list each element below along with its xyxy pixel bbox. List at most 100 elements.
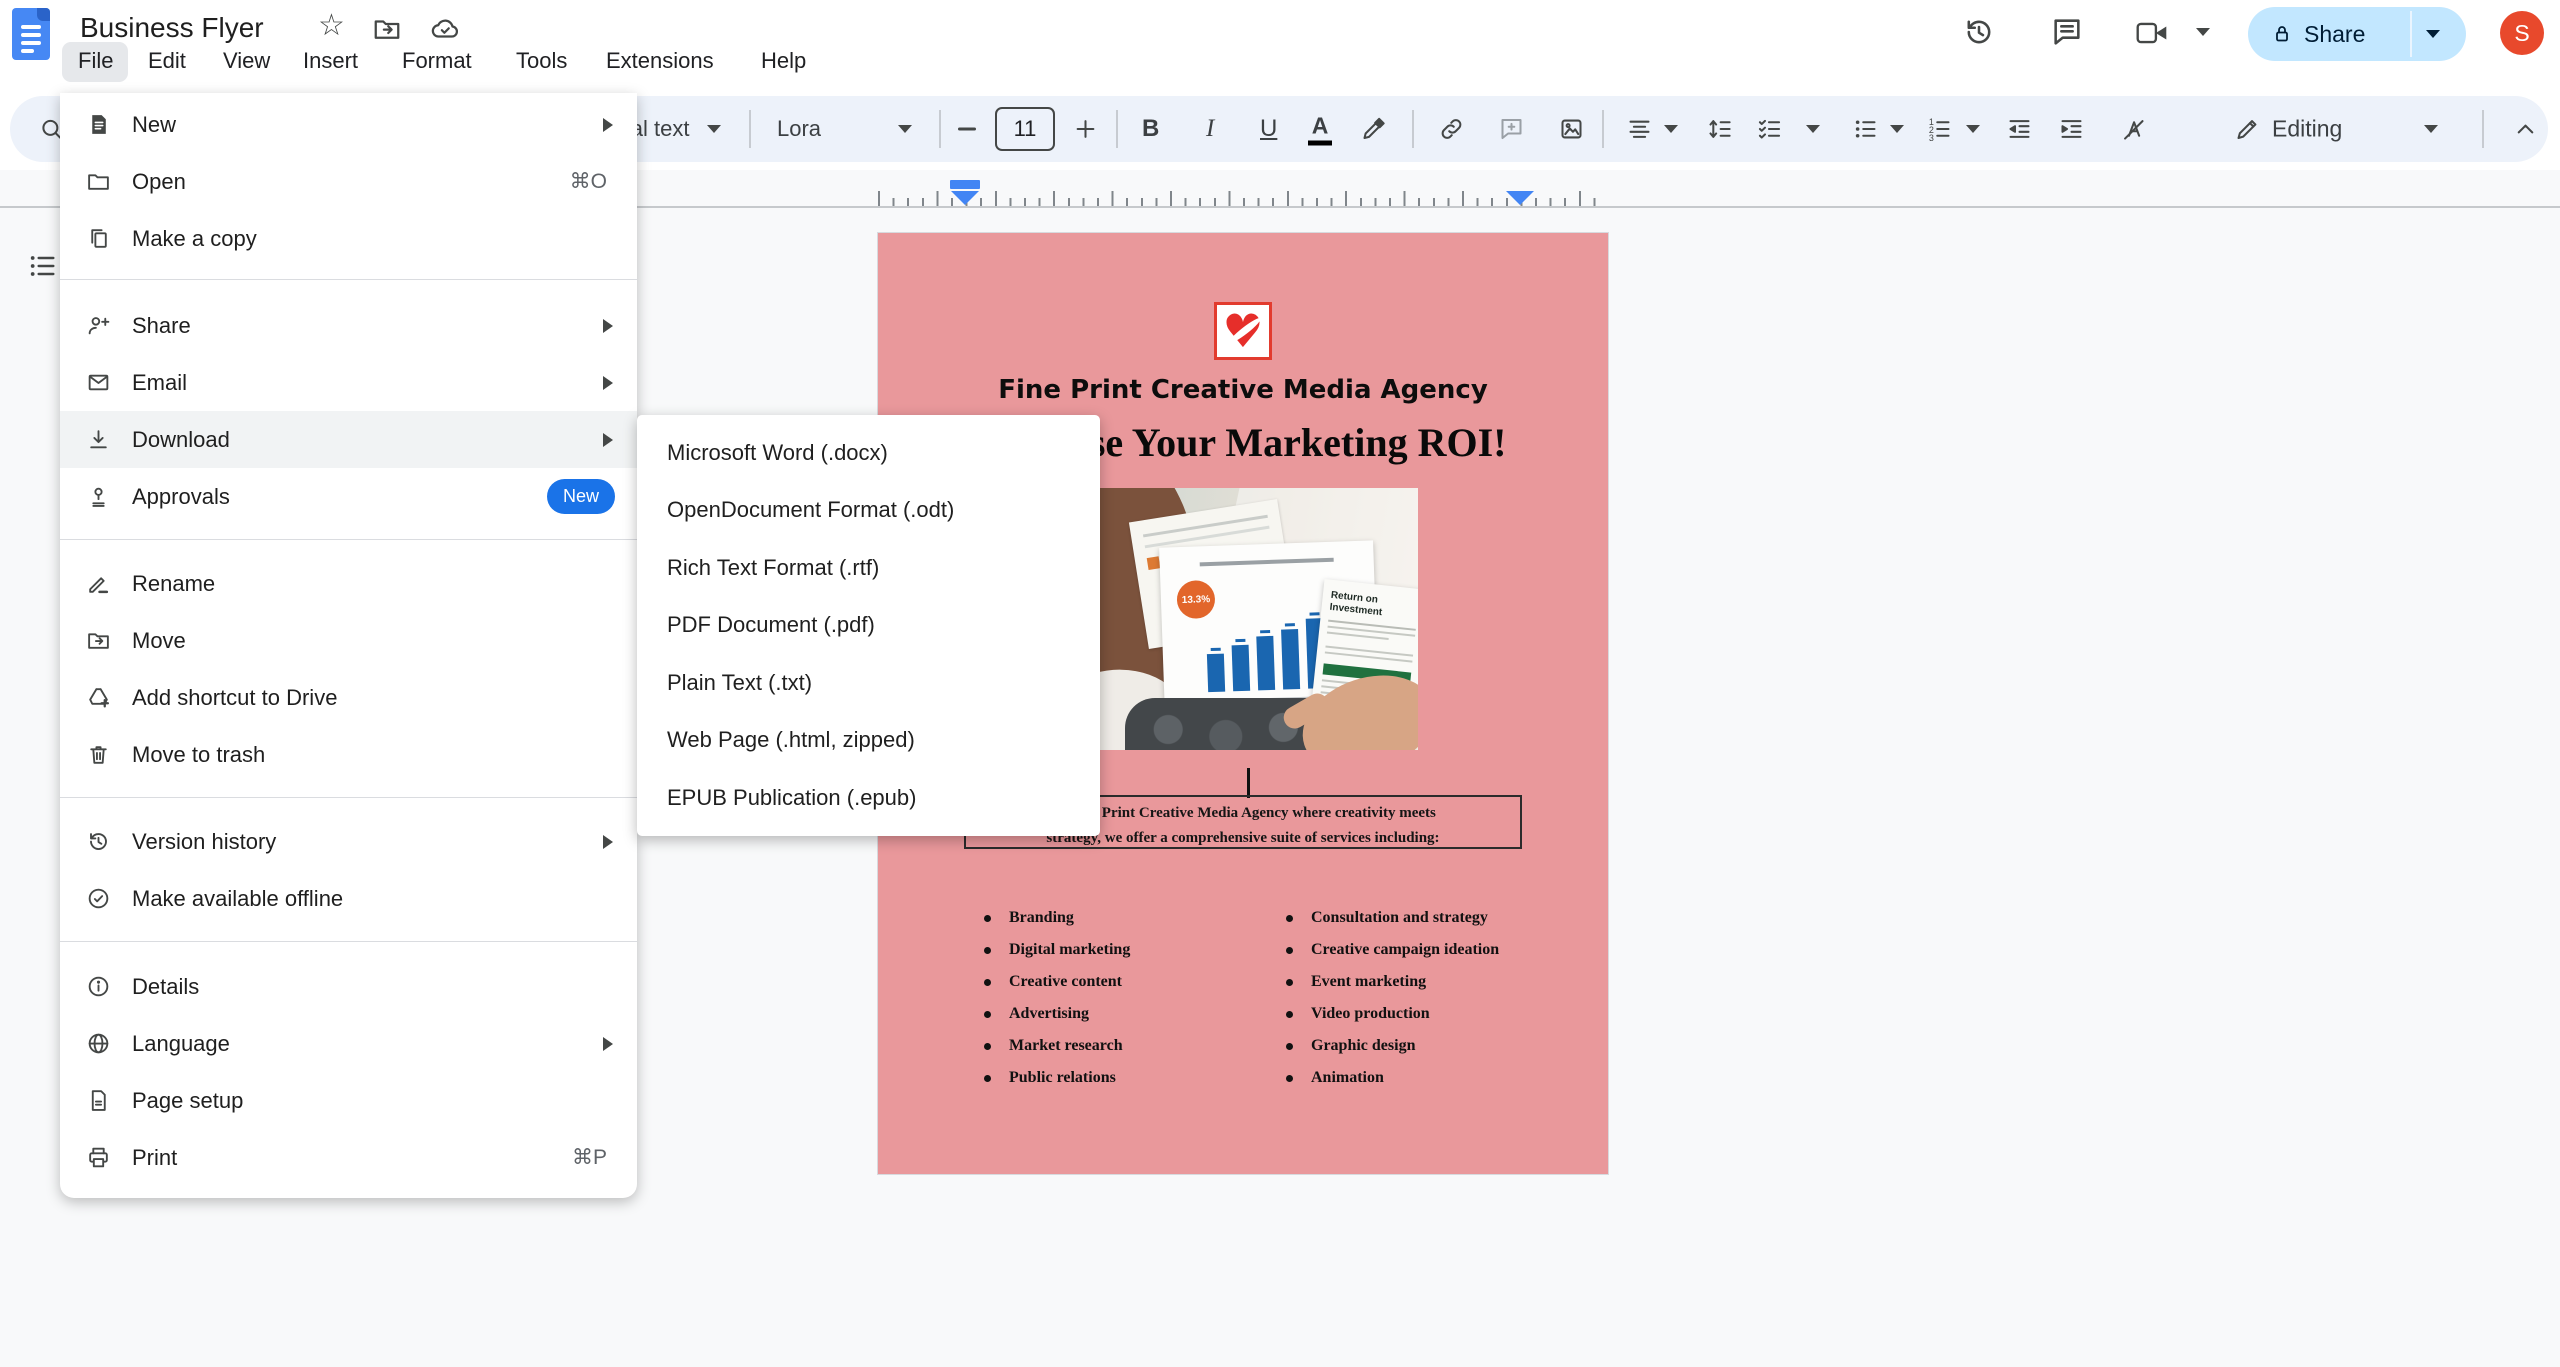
chevron-down-icon[interactable] [1806,125,1820,133]
menu-tools[interactable]: Tools [516,48,567,74]
menu-item-open[interactable]: Open⌘O [60,153,637,210]
bold-button[interactable]: B [1142,115,1159,143]
numbered-list-icon[interactable]: 123 [1926,116,1953,143]
heart-logo[interactable]: ♥ [1214,302,1272,360]
bullet-icon [1286,915,1293,922]
menu-format[interactable]: Format [402,48,472,74]
menu-item-rename[interactable]: Rename [60,555,637,612]
menu-item-add-shortcut-to-drive[interactable]: Add shortcut to Drive [60,669,637,726]
clear-formatting-icon[interactable] [2120,116,2147,143]
submenu-item-docx[interactable]: Microsoft Word (.docx) [637,424,1100,482]
menu-item-make-a-copy[interactable]: Make a copy [60,210,637,267]
first-line-indent-marker[interactable] [950,180,980,189]
document-title[interactable]: Business Flyer [80,12,264,44]
menu-item-move-to-trash[interactable]: Move to trash [60,726,637,783]
list-item[interactable]: Creative campaign ideation [1286,934,1499,966]
decrease-indent-icon[interactable] [2006,116,2033,143]
avatar[interactable]: S [2500,11,2544,55]
list-item[interactable]: Animation [1286,1062,1384,1094]
chevron-down-icon[interactable] [1966,125,1980,133]
right-indent-marker[interactable] [1506,191,1534,205]
menu-item-share[interactable]: Share [60,297,637,354]
menu-item-email[interactable]: Email [60,354,637,411]
menu-item-approvals[interactable]: ApprovalsNew [60,468,637,525]
menu-help[interactable]: Help [761,48,806,74]
list-item[interactable]: Creative content [984,966,1122,998]
underline-button[interactable]: U [1260,115,1277,143]
collapse-toolbar-icon[interactable] [2512,116,2539,143]
add-comment-icon[interactable] [1498,116,1525,143]
list-item[interactable]: Branding [984,902,1074,934]
text-color-button[interactable]: A [1308,113,1332,146]
insert-link-icon[interactable] [1438,116,1465,143]
submenu-item-rtf[interactable]: Rich Text Format (.rtf) [637,539,1100,597]
chevron-down-icon[interactable] [2196,28,2210,36]
menu-insert[interactable]: Insert [303,48,358,74]
menu-file[interactable]: File [78,48,113,74]
chevron-down-icon[interactable] [707,125,721,133]
align-icon[interactable] [1626,116,1653,143]
move-to-folder-icon[interactable] [372,14,402,44]
font-size-input[interactable]: 11 [995,107,1055,151]
list-item[interactable]: Graphic design [1286,1030,1415,1062]
comments-icon[interactable] [2050,15,2084,49]
list-item[interactable]: Advertising [984,998,1089,1030]
increase-indent-icon[interactable] [2058,116,2085,143]
line-spacing-icon[interactable] [1706,116,1733,143]
menu-item-page-setup[interactable]: Page setup [60,1072,637,1129]
photo-roi-title: Return on Investment [1329,590,1418,623]
checklist-icon[interactable] [1756,116,1783,143]
increase-font-size-button[interactable] [1072,116,1099,143]
chevron-down-icon[interactable] [1890,125,1904,133]
decrease-font-size-button[interactable] [958,128,976,131]
editing-mode-dropdown[interactable]: Editing [2272,116,2342,143]
left-indent-marker[interactable] [951,191,979,205]
bullet-icon [1286,1011,1293,1018]
video-call-icon[interactable] [2134,20,2170,46]
share-dropdown-icon[interactable] [2426,30,2440,38]
printer-icon [86,1145,111,1170]
menu-edit[interactable]: Edit [148,48,186,74]
flyer-photo[interactable]: 13.3% Return on Investment [1070,488,1418,750]
list-item[interactable]: Digital marketing [984,934,1130,966]
version-history-icon[interactable] [1962,15,1996,49]
bulleted-list-icon[interactable] [1852,116,1879,143]
shortcut-label: ⌘O [570,169,607,194]
cloud-saved-icon[interactable] [430,14,460,44]
chevron-down-icon[interactable] [1664,125,1678,133]
menu-item-print[interactable]: Print⌘P [60,1129,637,1186]
chevron-down-icon[interactable] [898,125,912,133]
font-family-dropdown[interactable]: Lora [777,116,821,142]
italic-button[interactable]: I [1206,115,1214,143]
menu-item-make-available-offline[interactable]: Make available offline [60,870,637,927]
star-icon[interactable]: ☆ [318,8,345,43]
menu-item-language[interactable]: Language [60,1015,637,1072]
google-docs-logo[interactable] [12,8,50,60]
submenu-item-html[interactable]: Web Page (.html, zipped) [637,712,1100,770]
chevron-down-icon[interactable] [2424,125,2438,133]
submenu-item-pdf[interactable]: PDF Document (.pdf) [637,597,1100,655]
bullet-icon [1286,947,1293,954]
menu-view[interactable]: View [223,48,270,74]
menu-item-new[interactable]: New [60,96,637,153]
submenu-item-epub[interactable]: EPUB Publication (.epub) [637,769,1100,827]
list-item[interactable]: Event marketing [1286,966,1426,998]
agency-name[interactable]: Fine Print Creative Media Agency [878,375,1608,405]
submenu-item-txt[interactable]: Plain Text (.txt) [637,654,1100,712]
insert-image-icon[interactable] [1558,116,1585,143]
menu-item-details[interactable]: Details [60,958,637,1015]
service-label: Creative campaign ideation [1311,941,1499,959]
menu-item-download[interactable]: Download [60,411,637,468]
list-item[interactable]: Video production [1286,998,1430,1030]
share-button[interactable]: Share [2248,7,2466,61]
list-item[interactable]: Market research [984,1030,1123,1062]
document-outline-icon[interactable] [26,250,58,282]
highlight-color-icon[interactable] [1360,116,1387,143]
menu-item-version-history[interactable]: Version history [60,813,637,870]
menu-item-move[interactable]: Move [60,612,637,669]
submenu-item-odt[interactable]: OpenDocument Format (.odt) [637,482,1100,540]
submenu-arrow-icon [603,319,613,333]
list-item[interactable]: Public relations [984,1062,1116,1094]
menu-extensions[interactable]: Extensions [606,48,714,74]
list-item[interactable]: Consultation and strategy [1286,902,1488,934]
